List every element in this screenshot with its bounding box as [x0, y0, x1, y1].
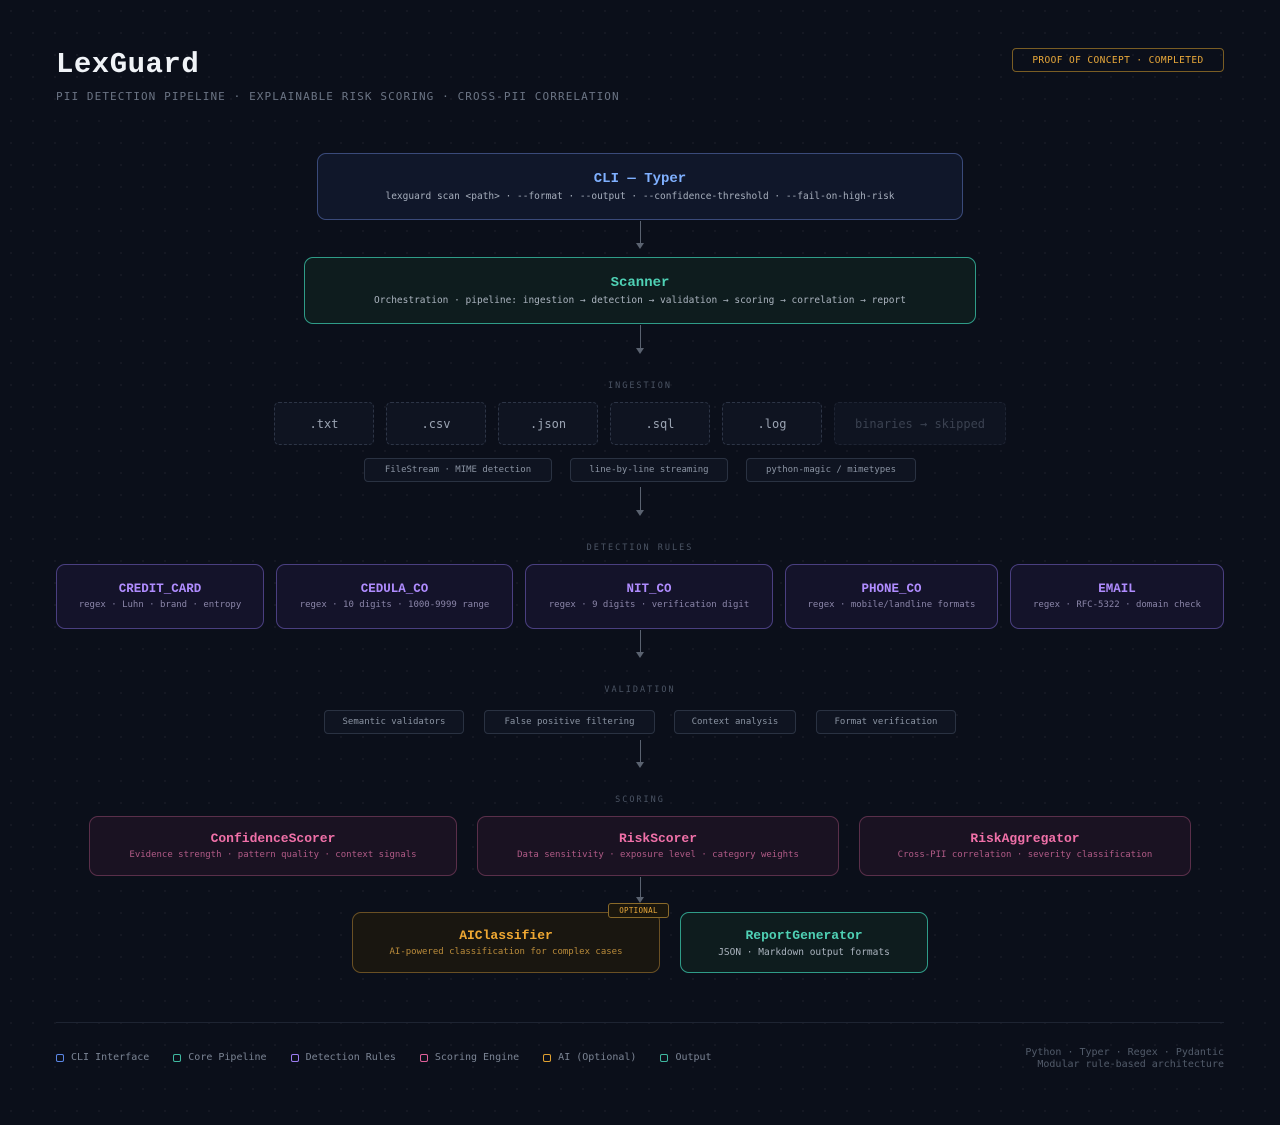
legend-label: Output [675, 1052, 712, 1063]
validation-chip: Semantic validators [324, 710, 464, 734]
arrow-connector [636, 740, 644, 768]
report-desc: JSON · Markdown output formats [718, 946, 890, 958]
validation-chip: Format verification [816, 710, 956, 734]
optional-badge: OPTIONAL [608, 903, 669, 918]
report-generator-node: ReportGenerator JSON · Markdown output f… [680, 912, 928, 973]
section-label-detection: DETECTION RULES [586, 543, 694, 553]
arrow-connector [636, 877, 644, 903]
status-badge: PROOF OF CONCEPT · COMPLETED [1012, 48, 1224, 72]
risk-aggregator-node: RiskAggregator Cross-PII correlation · s… [859, 816, 1191, 876]
rule-name: EMAIL [1098, 582, 1136, 596]
section-label-validation: VALIDATION [604, 685, 676, 695]
scanner-node: Scanner Orchestration · pipeline: ingest… [304, 257, 976, 324]
confidence-scorer-node: ConfidenceScorer Evidence strength · pat… [89, 816, 457, 876]
legend-swatch-icon [660, 1053, 669, 1062]
scorer-name: RiskScorer [618, 831, 697, 846]
legend-label: Scoring Engine [434, 1052, 520, 1063]
rule-name: NIT_CO [626, 582, 672, 596]
legend-swatch-icon [543, 1053, 552, 1062]
arrow-connector [636, 221, 644, 249]
scanner-desc: Orchestration · pipeline: ingestion → de… [374, 295, 906, 306]
footer-tech: Python · Typer · Regex · Pydantic Modula… [1025, 1047, 1224, 1071]
rule-name: CEDULA_CO [360, 582, 429, 596]
legend-item: AI (Optional) [543, 1052, 636, 1063]
rule-desc: regex · mobile/landline formats [807, 600, 976, 610]
rule-nit-co: NIT_CO regex · 9 digits · verification d… [525, 564, 773, 629]
legend-label: CLI Interface [71, 1052, 150, 1063]
rule-email: EMAIL regex · RFC-5322 · domain check [1010, 564, 1224, 629]
rule-name: PHONE_CO [861, 582, 922, 596]
validation-chip: Context analysis [674, 710, 796, 734]
ingestion-chip: python-magic / mimetypes [746, 458, 916, 482]
format-sql: .sql [610, 402, 710, 445]
rule-credit-card: CREDIT_CARD regex · Luhn · brand · entro… [56, 564, 264, 629]
arrow-connector [636, 630, 644, 658]
cli-node: CLI — Typer lexguard scan <path> · --for… [317, 153, 963, 220]
scorer-name: RiskAggregator [970, 831, 1080, 846]
legend: CLI Interface Core Pipeline Detection Rule… [56, 1052, 736, 1063]
arrow-connector [636, 487, 644, 516]
section-label-ingestion: INGESTION [607, 381, 673, 391]
rule-desc: regex · RFC-5322 · domain check [1033, 600, 1201, 610]
format-log: .log [722, 402, 822, 445]
footer-architecture: Modular rule-based architecture [1037, 1059, 1224, 1070]
scorer-desc: Evidence strength · pattern quality · co… [129, 850, 417, 860]
ai-title: AIClassifier [459, 927, 553, 943]
rule-desc: regex · Luhn · brand · entropy [78, 600, 242, 610]
legend-swatch-icon [173, 1053, 182, 1062]
format-json: .json [498, 402, 598, 445]
ingestion-chip: FileStream · MIME detection [364, 458, 552, 482]
rule-cedula-co: CEDULA_CO regex · 10 digits · 1000-9999 … [276, 564, 513, 629]
page-subtitle: PII DETECTION PIPELINE · EXPLAINABLE RIS… [56, 90, 620, 103]
legend-swatch-icon [419, 1053, 428, 1062]
report-title: ReportGenerator [745, 927, 863, 943]
legend-swatch-icon [290, 1053, 299, 1062]
legend-item: Scoring Engine [419, 1052, 520, 1063]
format-binaries-skipped: binaries → skipped [834, 402, 1006, 445]
scorer-desc: Cross-PII correlation · severity classif… [897, 850, 1153, 860]
legend-item: Core Pipeline [173, 1052, 267, 1063]
cli-title: CLI — Typer [593, 171, 687, 187]
rule-desc: regex · 9 digits · verification digit [548, 600, 750, 610]
legend-label: Detection Rules [305, 1052, 396, 1063]
ai-classifier-node: AIClassifier AI-powered classification f… [352, 912, 660, 973]
section-label-scoring: SCORING [615, 795, 665, 805]
legend-item: Detection Rules [290, 1052, 396, 1063]
ai-desc: AI-powered classification for complex ca… [389, 946, 623, 957]
format-txt: .txt [274, 402, 374, 445]
format-csv: .csv [386, 402, 486, 445]
legend-item: CLI Interface [56, 1052, 149, 1063]
arrow-connector [636, 325, 644, 354]
risk-scorer-node: RiskScorer Data sensitivity · exposure l… [477, 816, 839, 876]
rule-desc: regex · 10 digits · 1000-9999 range [299, 600, 490, 610]
rule-name: CREDIT_CARD [118, 582, 202, 596]
legend-label: AI (Optional) [558, 1052, 637, 1063]
scanner-title: Scanner [610, 275, 670, 291]
footer-stack: Python · Typer · Regex · Pydantic [1025, 1047, 1224, 1058]
validation-chip: False positive filtering [484, 710, 655, 734]
footer-divider [56, 1022, 1224, 1023]
legend-label: Core Pipeline [188, 1052, 267, 1063]
cli-desc: lexguard scan <path> · --format · --outp… [385, 191, 895, 202]
legend-swatch-icon [56, 1053, 64, 1062]
legend-item: Output [660, 1052, 712, 1063]
scorer-name: ConfidenceScorer [210, 831, 336, 846]
scorer-desc: Data sensitivity · exposure level · cate… [517, 850, 799, 860]
ingestion-chip: line-by-line streaming [570, 458, 728, 482]
page-title: LexGuard [56, 48, 200, 81]
rule-phone-co: PHONE_CO regex · mobile/landline formats [785, 564, 998, 629]
